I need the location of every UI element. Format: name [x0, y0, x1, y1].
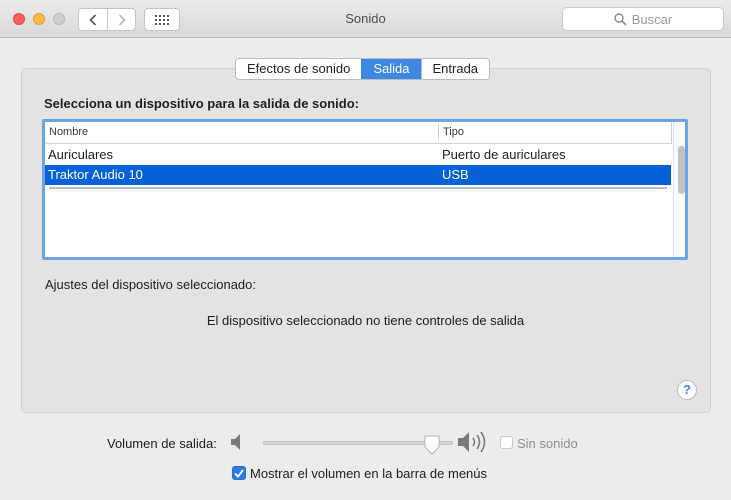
table-header: Nombre Tipo	[45, 122, 672, 144]
output-volume-label: Volumen de salida:	[107, 436, 217, 451]
help-button[interactable]: ?	[677, 380, 697, 400]
table-row[interactable]: Traktor Audio 10 USB	[45, 165, 671, 185]
volume-slider[interactable]	[263, 435, 453, 455]
tab-output[interactable]: Salida	[361, 59, 421, 79]
device-name: Auriculares	[48, 147, 114, 162]
speaker-low-icon	[231, 434, 240, 450]
magnifier-icon	[614, 12, 627, 26]
speaker-high-icon	[458, 431, 486, 453]
device-type: USB	[442, 167, 469, 182]
volume-slider-fill	[264, 442, 432, 444]
no-controls-message: El dispositivo seleccionado no tiene con…	[206, 313, 525, 328]
column-header-type[interactable]: Tipo	[443, 126, 464, 138]
column-divider	[438, 124, 439, 140]
search-field[interactable]: Buscar	[562, 7, 724, 31]
table-row[interactable]: Auriculares Puerto de auriculares	[45, 145, 671, 165]
tab-input[interactable]: Entrada	[420, 59, 490, 79]
checkmark-icon	[234, 468, 244, 478]
mute-label: Sin sonido	[517, 436, 578, 451]
output-heading: Selecciona un dispositivo para la salida…	[44, 96, 359, 111]
column-header-name[interactable]: Nombre	[49, 126, 88, 138]
tab-sound-effects[interactable]: Efectos de sonido	[236, 59, 361, 79]
scroll-thumb[interactable]	[678, 146, 685, 194]
device-name: Traktor Audio 10	[48, 167, 143, 182]
device-settings-label: Ajustes del dispositivo seleccionado:	[45, 277, 257, 292]
output-device-table[interactable]: Nombre Tipo Auriculares Puerto de auricu…	[42, 119, 688, 260]
mute-checkbox[interactable]	[500, 436, 513, 449]
column-divider	[671, 122, 672, 144]
search-placeholder: Buscar	[631, 11, 673, 27]
device-type: Puerto de auriculares	[442, 147, 566, 162]
volume-slider-thumb[interactable]	[424, 435, 440, 455]
show-volume-in-menu-bar-label: Mostrar el volumen en la barra de menús	[250, 466, 488, 481]
tab-bar: Efectos de sonido Salida Entrada	[235, 58, 491, 80]
show-volume-in-menu-bar-checkbox[interactable]	[232, 466, 246, 480]
title-bar: Sonido Buscar	[0, 0, 731, 38]
table-scrollbar[interactable]	[673, 122, 685, 257]
row-separator	[49, 187, 667, 189]
